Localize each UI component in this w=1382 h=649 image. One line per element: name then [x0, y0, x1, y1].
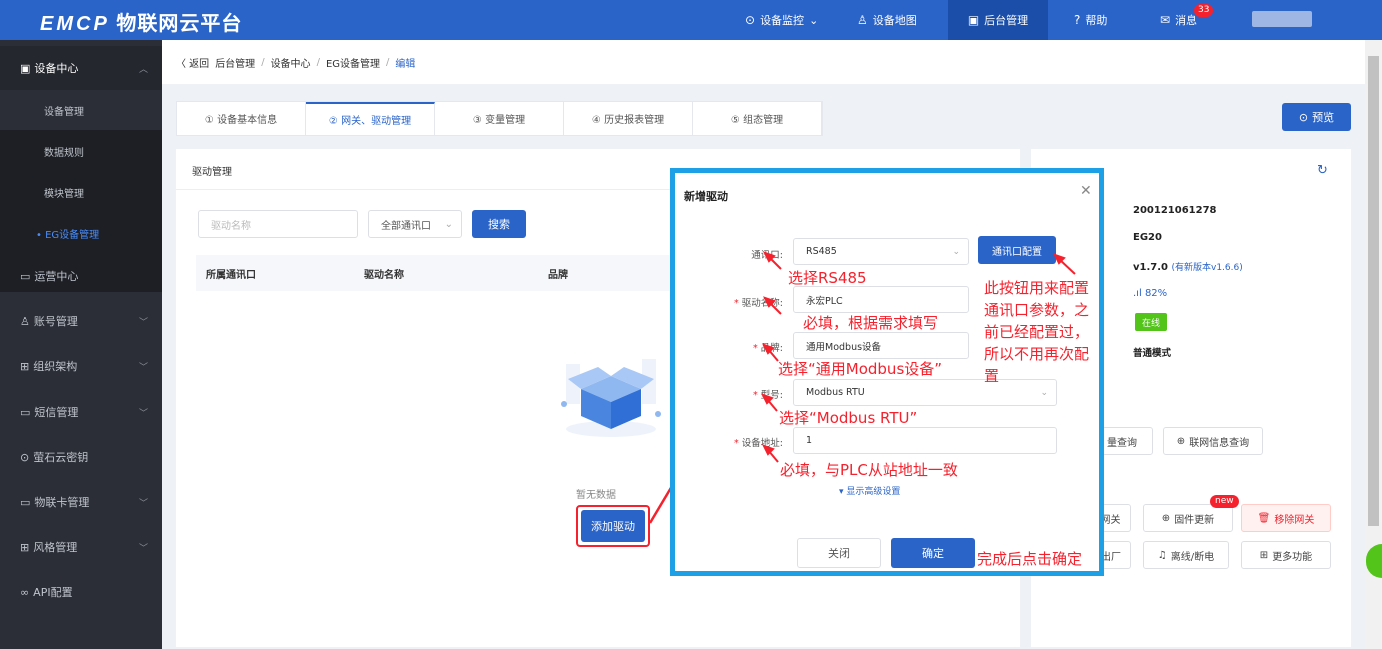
logo[interactable]: EMCP 物联网云平台 [40, 7, 242, 36]
key-icon: ⊙ [20, 450, 30, 464]
chevron-down-icon: ⌄ [444, 218, 453, 230]
help-icon: ? [1074, 13, 1081, 27]
scrollbar-thumb[interactable] [1368, 56, 1379, 526]
grid-icon: ⊞ [1259, 549, 1269, 561]
breadcrumb-separator: / [386, 56, 390, 68]
chevron-down-icon: ﹀ [138, 543, 148, 554]
empty-text: 暂无数据 [576, 490, 616, 501]
play-icon: ⊙ [1298, 110, 1309, 124]
chevron-down-icon: ﹀ [138, 498, 148, 509]
signal-strength: .ıl 82% [1133, 288, 1168, 299]
search-button[interactable]: 搜索 [472, 210, 526, 238]
sidebar-item-iot-card[interactable]: ▭ 物联卡管理 ﹀ [0, 480, 162, 524]
link-icon: ∞ [20, 585, 30, 599]
more-functions-button[interactable]: ⊞ 更多功能 [1241, 541, 1331, 569]
sidebar-sub-device-manage[interactable]: 设备管理 [0, 90, 162, 130]
column-header: 驱动名称 [364, 269, 404, 281]
upload-icon: ⊕ [1161, 512, 1171, 524]
signal-icon: .ıl [1133, 288, 1142, 299]
tab-basic-info[interactable]: ① 设备基本信息 [177, 102, 306, 135]
chevron-down-icon: ﹀ [138, 362, 148, 373]
tab-history-reports[interactable]: ④ 历史报表管理 [564, 102, 693, 135]
breadcrumb-current: 编辑 [395, 58, 416, 70]
sidebar-item-device-center[interactable]: ▣ 设备中心 ︿ [0, 46, 162, 90]
remove-gateway-button[interactable]: 🗑 移除网关 [1241, 504, 1331, 532]
add-driver-button[interactable]: 添加驱动 [581, 510, 645, 542]
network-info-button[interactable]: ⊕ 联网信息查询 [1163, 427, 1263, 455]
sidebar-item-operation[interactable]: ▭ 运营中心 [0, 254, 162, 298]
nav-device-monitor[interactable]: ⊙ 设备监控 ⌄ [745, 0, 818, 40]
location-icon: ⊙ [745, 13, 756, 27]
panel-title: 驱动管理 [192, 167, 232, 178]
breadcrumb: 〈 返回 后台管理 / 设备中心 / EG设备管理 / 编辑 [162, 40, 1365, 84]
tab-gateway-driver[interactable]: ② 网关、驱动管理 [306, 102, 435, 135]
tab-scada[interactable]: ⑤ 组态管理 [693, 102, 822, 135]
column-header: 品牌 [548, 269, 568, 281]
message-icon: ✉ [1160, 13, 1171, 27]
sidebar-sub-eg-device[interactable]: • EG设备管理 [0, 213, 162, 253]
gateway-serial: 200121061278 [1133, 205, 1217, 216]
chevron-up-icon: ︿ [138, 64, 148, 75]
add-driver-highlight: 添加驱动 [576, 505, 650, 547]
column-header[interactable]: 所属通讯口 [206, 266, 256, 281]
add-driver-dialog: 新增驱动 ✕ 通讯口: RS485⌄ 通讯口配置 * 驱动名称: 永宏PLC *… [670, 168, 1104, 576]
user-icon: ♙ [20, 314, 30, 328]
breadcrumb-item[interactable]: EG设备管理 [326, 55, 380, 70]
annotation-arrows [761, 251, 1076, 463]
chevron-down-icon: ⌄ [809, 13, 819, 27]
nav-device-map[interactable]: ♙ 设备地图 [857, 0, 917, 40]
sidebar-sub-data-rules[interactable]: 数据规则 [0, 131, 162, 171]
sms-icon: ▭ [20, 405, 31, 419]
status-badge: 在线 [1135, 313, 1167, 331]
globe-icon: ⊕ [1176, 435, 1186, 447]
breadcrumb-separator: / [316, 56, 320, 68]
sidebar-item-style[interactable]: ⊞ 风格管理 ﹀ [0, 525, 162, 569]
sidebar-item-sms[interactable]: ▭ 短信管理 ﹀ [0, 390, 162, 434]
chevron-down-icon: ﹀ [138, 317, 148, 328]
breadcrumb-item[interactable]: 后台管理 [215, 55, 255, 70]
tab-bar: ① 设备基本信息 ② 网关、驱动管理 ③ 变量管理 ④ 历史报表管理 ⑤ 组态管… [176, 101, 823, 136]
chevron-down-icon: ﹀ [138, 408, 148, 419]
monitor-icon: ▣ [967, 13, 980, 27]
tab-variables[interactable]: ③ 变量管理 [435, 102, 564, 135]
preview-button[interactable]: ⊙ 预览 [1282, 103, 1351, 131]
gateway-mode: 普通模式 [1133, 348, 1172, 359]
update-link[interactable]: (有新版本v1.6.6) [1171, 263, 1242, 273]
bell-icon: ♫ [1157, 549, 1167, 561]
port-filter-select[interactable]: 全部通讯口 ⌄ [368, 210, 462, 238]
nav-help[interactable]: ? 帮助 [1074, 0, 1107, 40]
user-avatar[interactable] [1252, 11, 1312, 27]
gateway-model: EG20 [1133, 232, 1162, 243]
top-bar: EMCP 物联网云平台 ⊙ 设备监控 ⌄ ♙ 设备地图 ▣ 后台管理 ? 帮助 ✉ 消息 3… [0, 0, 1382, 40]
new-badge: new [1210, 495, 1239, 508]
sidebar-item-accounts[interactable]: ♙ 账号管理 ﹀ [0, 299, 162, 343]
org-icon: ⊞ [20, 359, 30, 373]
card-icon: ▭ [20, 495, 31, 509]
trash-icon: 🗑 [1257, 512, 1271, 524]
monitor-icon: ▭ [20, 269, 31, 283]
gateway-version: v1.7.0 (有新版本v1.6.6) [1133, 262, 1243, 273]
sidebar-sub-module-manage[interactable]: 模块管理 [0, 172, 162, 212]
nav-backend[interactable]: ▣ 后台管理 [948, 0, 1048, 40]
sidebar-item-org[interactable]: ⊞ 组织架构 ﹀ [0, 344, 162, 388]
monitor-icon: ▣ [20, 61, 31, 75]
breadcrumb-separator: / [261, 56, 265, 68]
driver-search-input[interactable]: 驱动名称 [198, 210, 358, 238]
back-link[interactable]: 〈 返回 [176, 55, 209, 70]
firmware-update-button[interactable]: ⊕ 固件更新 [1143, 504, 1233, 532]
offline-button[interactable]: ♫ 离线/断电 [1143, 541, 1229, 569]
message-count-badge: 33 [1194, 4, 1214, 17]
map-user-icon: ♙ [857, 13, 868, 27]
sidebar: ▣ 设备中心 ︿ 设备管理 数据规则 模块管理 • EG设备管理 ▭ 运营中心 ♙ 账号… [0, 40, 162, 649]
nav-messages[interactable]: ✉ 消息 [1160, 0, 1197, 40]
sidebar-item-ezviz-key[interactable]: ⊙ 萤石云密钥 [0, 435, 162, 479]
grid-icon: ⊞ [20, 540, 30, 554]
sidebar-item-api[interactable]: ∞ API配置 [0, 570, 162, 614]
breadcrumb-item[interactable]: 设备中心 [271, 55, 311, 70]
refresh-icon[interactable]: ↻ [1317, 163, 1328, 178]
